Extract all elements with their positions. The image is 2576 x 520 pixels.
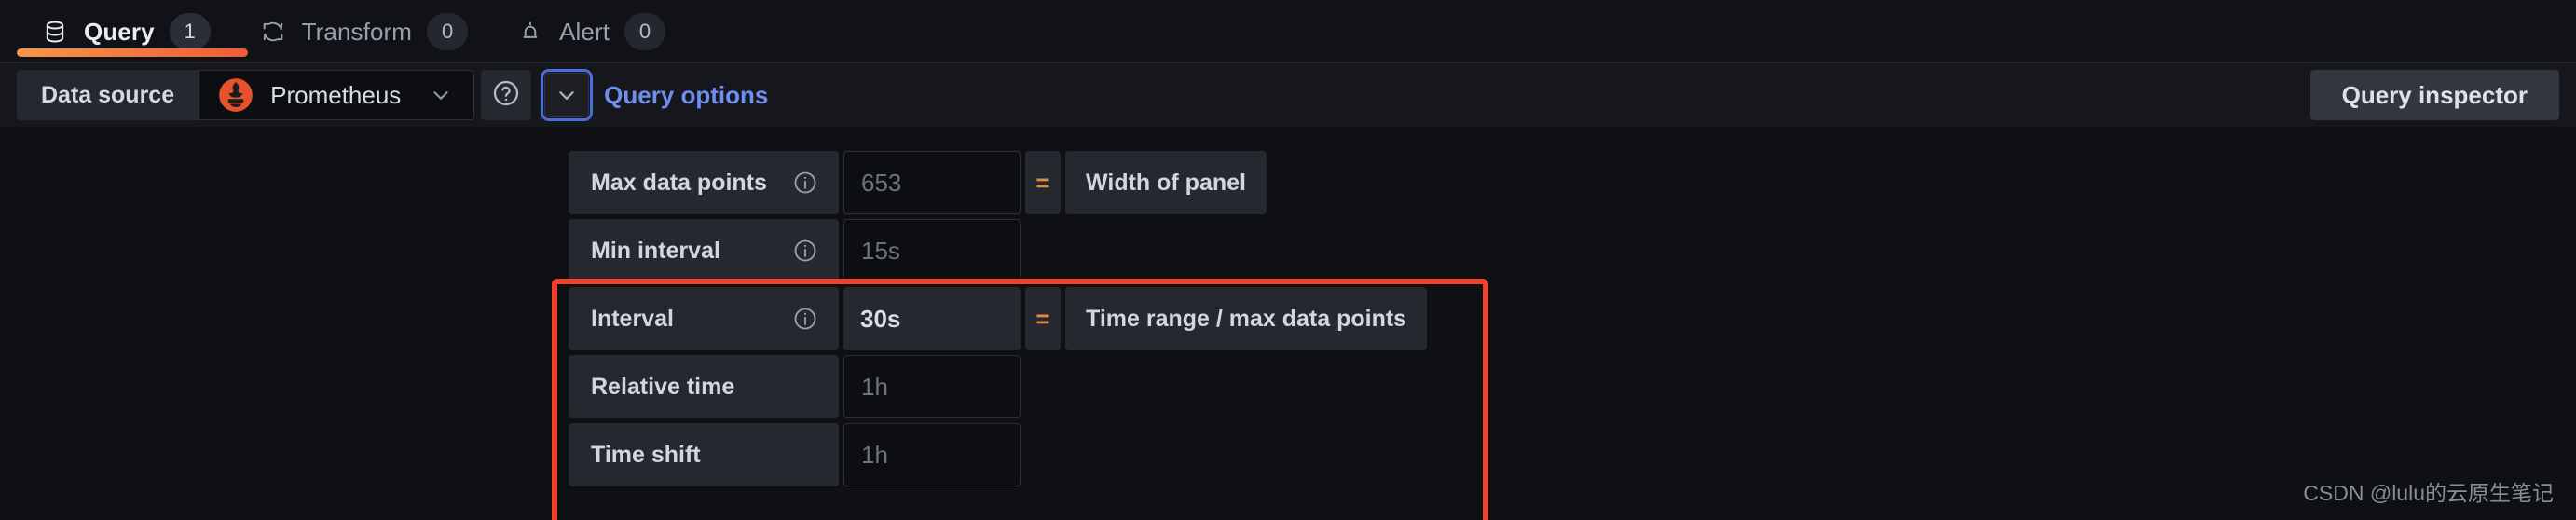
time-shift-input[interactable] — [843, 423, 1021, 486]
tab-transform[interactable]: Transform 0 — [235, 0, 492, 63]
watermark-text: CSDN @lulu的云原生笔记 — [2303, 481, 2554, 505]
query-inspector-button[interactable]: Query inspector — [2309, 70, 2559, 120]
option-label-interval: Interval — [569, 287, 839, 350]
max-data-points-input[interactable] — [843, 151, 1021, 214]
option-label-text: Time shift — [591, 441, 701, 468]
tab-alert-label: Alert — [559, 17, 610, 46]
option-description-max-data-points: Width of panel — [1065, 151, 1267, 214]
active-tab-indicator — [17, 48, 248, 57]
prometheus-logo-icon — [218, 77, 253, 113]
option-label-text: Interval — [591, 305, 674, 332]
query-option-row: Time shift — [569, 423, 1488, 486]
interval-value: 30s — [843, 287, 1021, 350]
tab-transform-label: Transform — [301, 17, 413, 46]
query-option-row: Interval 30s = Time range / max data poi… — [569, 287, 1488, 350]
query-options-list: Max data points = Width of panel Min int… — [552, 138, 1488, 504]
equals-sign: = — [1025, 151, 1061, 214]
query-options-label: Query options — [604, 80, 769, 109]
option-description-interval: Time range / max data points — [1065, 287, 1428, 350]
chevron-down-icon — [429, 83, 453, 107]
tab-alert-badge: 0 — [624, 13, 666, 50]
relative-time-input[interactable] — [843, 355, 1021, 418]
query-options-panel-area: Max data points = Width of panel Min int… — [0, 127, 2576, 520]
option-label-text: Max data points — [591, 169, 767, 196]
option-label-time-shift: Time shift — [569, 423, 839, 486]
help-circle-icon — [491, 78, 521, 113]
option-label-relative-time: Relative time — [569, 355, 839, 418]
min-interval-input[interactable] — [843, 219, 1021, 282]
data-source-label: Data source — [17, 70, 199, 120]
equals-sign: = — [1025, 287, 1061, 350]
data-source-help-button[interactable] — [481, 70, 532, 120]
tab-alert[interactable]: Alert 0 — [492, 0, 690, 63]
option-label-text: Relative time — [591, 373, 735, 400]
query-option-row: Max data points = Width of panel — [569, 151, 1488, 214]
query-toolbar: Data source Prometheus Query options Que… — [0, 63, 2576, 127]
tab-query-badge: 1 — [169, 13, 211, 50]
tab-transform-badge: 0 — [427, 13, 469, 50]
panel-editor-tab-bar: Query 1 Transform 0 Alert 0 — [0, 0, 2576, 63]
query-option-row: Min interval — [569, 219, 1488, 282]
data-source-picker[interactable]: Prometheus — [199, 70, 475, 120]
info-circle-icon[interactable] — [792, 170, 818, 196]
option-label-min-interval: Min interval — [569, 219, 839, 282]
database-icon — [41, 18, 69, 46]
query-options-toggle[interactable]: Query options — [541, 69, 769, 121]
chevron-down-icon[interactable] — [541, 69, 594, 121]
data-source-value: Prometheus — [270, 80, 402, 109]
tab-query-label: Query — [84, 17, 155, 46]
info-circle-icon[interactable] — [792, 306, 818, 332]
option-label-text: Min interval — [591, 237, 720, 264]
info-circle-icon[interactable] — [792, 238, 818, 264]
bell-icon — [516, 18, 544, 46]
transform-icon — [259, 18, 287, 46]
option-label-max-data-points: Max data points — [569, 151, 839, 214]
query-option-row: Relative time — [569, 355, 1488, 418]
